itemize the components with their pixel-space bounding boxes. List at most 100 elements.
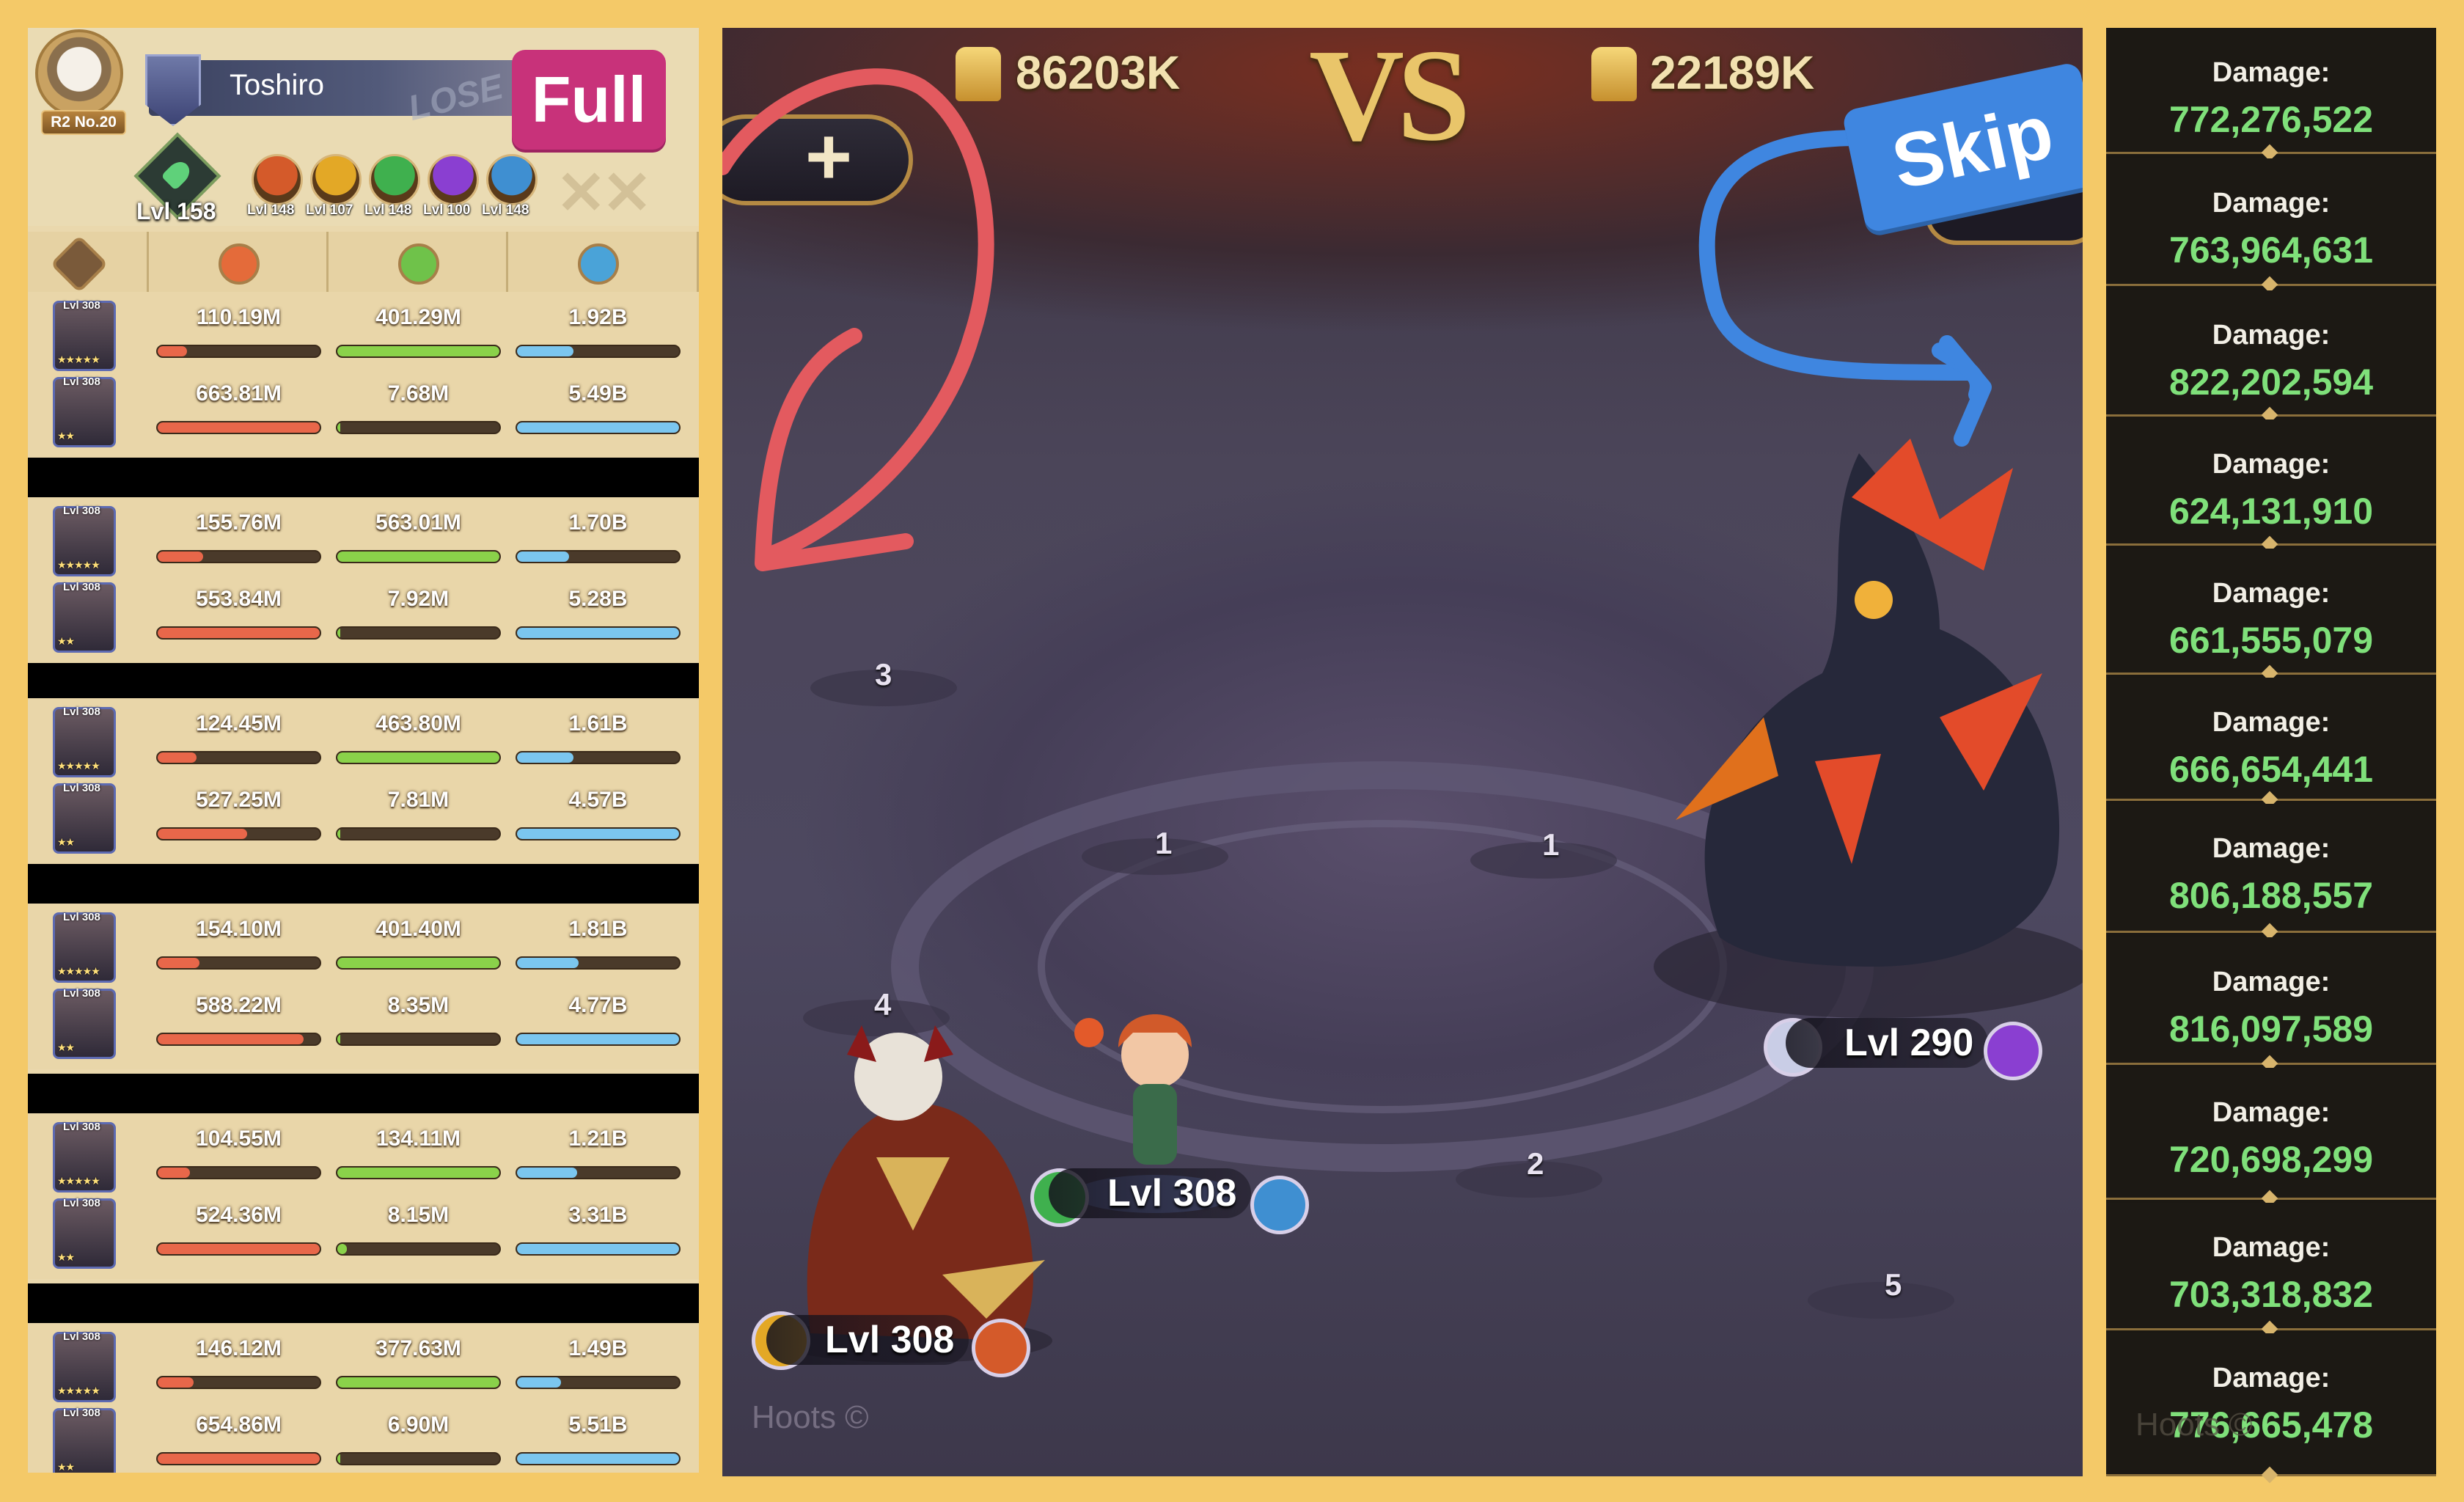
damage-bar-fill: [158, 1168, 191, 1178]
damage-bar-fill: [158, 1034, 304, 1044]
heal-stat: 401.40M: [329, 908, 508, 984]
damage-entry: Damage: 822,202,594: [2106, 290, 2436, 417]
heal-bar-fill: [337, 1244, 348, 1254]
taken-value: 5.51B: [568, 1413, 628, 1437]
heal-bar-fill: [337, 552, 499, 562]
heal-bar: [336, 626, 501, 640]
damage-label: Damage:: [2212, 449, 2331, 480]
damage-stat: 104.55M: [149, 1118, 329, 1194]
heal-value: 134.11M: [375, 1126, 461, 1151]
damage-value: 154.10M: [196, 917, 282, 941]
artifact-level: Lvl 148: [247, 202, 295, 218]
heal-stat: 377.63M: [329, 1327, 508, 1404]
team-block: Lvl 308 ★★★★★ 110.19M 401.29M 1.92B Lvl 308 ★★…: [28, 292, 699, 458]
damage-label: Damage:: [2212, 707, 2331, 738]
damage-stat: 527.25M: [149, 779, 329, 855]
damage-bar: [156, 1033, 321, 1046]
rank-badge: R2 No.20: [41, 110, 126, 135]
empty-slot-marks: ✕✕: [556, 160, 652, 227]
damage-stat: 124.45M: [149, 703, 329, 779]
damage-label: Damage:: [2212, 57, 2331, 88]
boss-level-tag: Lvl 290: [1786, 1018, 1989, 1068]
hero-stat-row[interactable]: Lvl 308 ★★★★★ 155.76M 563.01M 1.70B: [28, 502, 699, 578]
hero-stars: ★★: [57, 1251, 75, 1263]
hero-stat-row[interactable]: Lvl 308 ★★ 553.84M 7.92M 5.28B: [28, 578, 699, 654]
hero-portrait-level: Lvl 308: [63, 1121, 100, 1133]
hero-stat-row[interactable]: Lvl 308 ★★★★★ 104.55M 134.11M 1.21B: [28, 1118, 699, 1194]
hero-class-icon: [1250, 1176, 1309, 1234]
taken-bar: [516, 1033, 681, 1046]
hero-stat-row[interactable]: Lvl 308 ★★ 588.22M 8.35M 4.77B: [28, 984, 699, 1060]
damage-bar-fill: [158, 1454, 320, 1464]
hero-stat-row[interactable]: Lvl 308 ★★ 654.86M 6.90M 5.51B: [28, 1404, 699, 1473]
damage-value: 124.45M: [196, 711, 282, 736]
heal-bar-fill: [337, 829, 341, 839]
damage-value: 772,276,522: [2168, 99, 2374, 140]
taken-stat: 3.31B: [508, 1194, 688, 1270]
damage-bar-fill: [158, 552, 203, 562]
damage-label: Damage:: [2212, 320, 2331, 351]
heal-value: 401.29M: [375, 305, 461, 329]
damage-entry: Damage: 661,555,079: [2106, 549, 2436, 675]
taken-bar-fill: [517, 628, 679, 638]
hero-sprite-large[interactable]: [766, 996, 1074, 1363]
damage-label: Damage:: [2212, 1363, 2331, 1393]
damage-bar: [156, 1376, 321, 1389]
hero-stat-row[interactable]: Lvl 308 ★★★★★ 154.10M 401.40M 1.81B: [28, 908, 699, 984]
taken-value: 1.81B: [568, 917, 628, 941]
full-button[interactable]: Full: [512, 50, 666, 150]
heal-bar: [336, 751, 501, 764]
taken-bar-fill: [517, 829, 679, 839]
hero-stat-row[interactable]: Lvl 308 ★★ 527.25M 7.81M 4.57B: [28, 779, 699, 855]
damage-entry: Damage: 772,276,522: [2106, 28, 2436, 154]
hero-stat-row[interactable]: Lvl 308 ★★★★★ 110.19M 401.29M 1.92B: [28, 296, 699, 373]
taken-bar-fill: [517, 1244, 679, 1254]
damage-stat: 654.86M: [149, 1404, 329, 1473]
player-avatar[interactable]: [35, 29, 123, 117]
redacted-divider: [28, 864, 699, 904]
damage-value: 588.22M: [196, 993, 282, 1017]
heal-stat: 7.68M: [329, 373, 508, 449]
team-block: Lvl 308 ★★★★★ 154.10M 401.40M 1.81B Lvl 308 ★★…: [28, 904, 699, 1069]
hero-level-tag: Lvl 308: [1049, 1168, 1252, 1218]
hero-portrait-level: Lvl 308: [63, 376, 100, 388]
heal-bar-fill: [337, 958, 499, 968]
hero-stars: ★★★★★: [57, 559, 100, 571]
hero-stat-row[interactable]: Lvl 308 ★★ 524.36M 8.15M 3.31B: [28, 1194, 699, 1270]
team-block: Lvl 308 ★★★★★ 155.76M 563.01M 1.70B Lvl 308 ★★…: [28, 497, 699, 663]
boss-sprite[interactable]: [1632, 409, 2083, 1040]
damage-value: 527.25M: [196, 788, 282, 812]
damage-bar-fill: [158, 1244, 320, 1254]
heal-stat: 6.90M: [329, 1404, 508, 1473]
heal-value: 8.15M: [387, 1203, 450, 1227]
taken-stat: 5.51B: [508, 1404, 688, 1473]
artifact-icon: [310, 154, 362, 205]
damage-bar: [156, 1242, 321, 1256]
heal-bar: [336, 1376, 501, 1389]
hero-portrait-level: Lvl 308: [63, 911, 100, 923]
heal-value: 377.63M: [375, 1336, 461, 1360]
damage-taken-icon: [578, 243, 619, 285]
hero-stat-row[interactable]: Lvl 308 ★★★★★ 146.12M 377.63M 1.49B: [28, 1327, 699, 1404]
heal-stat: 401.29M: [329, 296, 508, 373]
slot-number: 5: [1885, 1267, 1902, 1302]
damage-value: 104.55M: [196, 1126, 282, 1151]
taken-bar-fill: [517, 1034, 679, 1044]
boss-arcane-icon: [1984, 1022, 2042, 1080]
team-block: Lvl 308 ★★★★★ 124.45M 463.80M 1.61B Lvl 308 ★★…: [28, 698, 699, 864]
damage-value: 822,202,594: [2168, 362, 2374, 403]
taken-bar-fill: [517, 1377, 561, 1388]
damage-bar-fill: [158, 346, 187, 356]
artifact-icon: [428, 154, 479, 205]
taken-bar-fill: [517, 752, 574, 763]
team-block: Lvl 308 ★★★★★ 146.12M 377.63M 1.49B Lvl 308 ★★…: [28, 1323, 699, 1473]
heal-bar-fill: [337, 628, 341, 638]
heal-stat: 563.01M: [329, 502, 508, 578]
hero-stars: ★★: [57, 430, 75, 442]
damage-stat: 588.22M: [149, 984, 329, 1060]
hero-stat-row[interactable]: Lvl 308 ★★ 663.81M 7.68M 5.49B: [28, 373, 699, 449]
hero-stars: ★★: [57, 1461, 75, 1473]
hero-stat-row[interactable]: Lvl 308 ★★★★★ 124.45M 463.80M 1.61B: [28, 703, 699, 779]
heal-bar: [336, 345, 501, 358]
heal-bar: [336, 1033, 501, 1046]
